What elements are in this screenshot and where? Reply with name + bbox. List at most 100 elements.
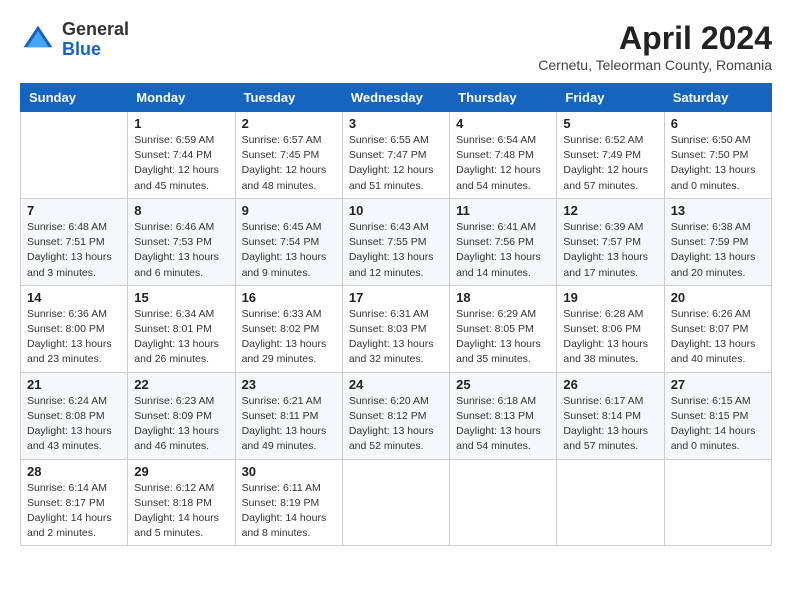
logo: General Blue: [20, 20, 129, 60]
calendar-table: SundayMondayTuesdayWednesdayThursdayFrid…: [20, 83, 772, 546]
day-info: Sunrise: 6:45 AM Sunset: 7:54 PM Dayligh…: [242, 220, 336, 281]
day-number: 17: [349, 290, 443, 305]
calendar-week-row: 14Sunrise: 6:36 AM Sunset: 8:00 PM Dayli…: [21, 285, 772, 372]
day-info: Sunrise: 6:20 AM Sunset: 8:12 PM Dayligh…: [349, 394, 443, 455]
day-number: 18: [456, 290, 550, 305]
day-number: 8: [134, 203, 228, 218]
day-info: Sunrise: 6:18 AM Sunset: 8:13 PM Dayligh…: [456, 394, 550, 455]
calendar-cell: 18Sunrise: 6:29 AM Sunset: 8:05 PM Dayli…: [450, 285, 557, 372]
calendar-cell: 8 Sunrise: 6:46 AM Sunset: 7:53 PM Daylig…: [128, 198, 235, 285]
calendar-week-row: 21 Sunrise: 6:24 AM Sunset: 8:08 PM Dayli…: [21, 372, 772, 459]
day-info: Sunrise: 6:41 AM Sunset: 7:56 PM Dayligh…: [456, 220, 550, 281]
calendar-cell: [450, 459, 557, 546]
day-info: Sunrise: 6:21 AM Sunset: 8:11 PM Dayligh…: [242, 394, 336, 455]
logo-blue: Blue: [62, 40, 129, 60]
day-info: Sunrise: 6:34 AM Sunset: 8:01 PM Dayligh…: [134, 307, 228, 368]
calendar-cell: 6Sunrise: 6:50 AM Sunset: 7:50 PM Daylig…: [664, 112, 771, 199]
day-info: Sunrise: 6:15 AM Sunset: 8:15 PM Dayligh…: [671, 394, 765, 455]
day-number: 21: [27, 377, 121, 392]
day-number: 27: [671, 377, 765, 392]
day-info: Sunrise: 6:59 AM Sunset: 7:44 PM Dayligh…: [134, 133, 228, 194]
day-info: Sunrise: 6:11 AM Sunset: 8:19 PM Dayligh…: [242, 481, 336, 542]
month-title: April 2024: [538, 20, 772, 57]
calendar-cell: [342, 459, 449, 546]
day-number: 11: [456, 203, 550, 218]
day-number: 19: [563, 290, 657, 305]
calendar-cell: 20 Sunrise: 6:26 AM Sunset: 8:07 PM Dayli…: [664, 285, 771, 372]
calendar-cell: 21 Sunrise: 6:24 AM Sunset: 8:08 PM Dayli…: [21, 372, 128, 459]
day-number: 5: [563, 116, 657, 131]
day-info: Sunrise: 6:31 AM Sunset: 8:03 PM Dayligh…: [349, 307, 443, 368]
calendar-week-row: 1 Sunrise: 6:59 AM Sunset: 7:44 PM Daylig…: [21, 112, 772, 199]
calendar-cell: 24 Sunrise: 6:20 AM Sunset: 8:12 PM Dayli…: [342, 372, 449, 459]
weekday-header: Saturday: [664, 84, 771, 112]
day-info: Sunrise: 6:38 AM Sunset: 7:59 PM Dayligh…: [671, 220, 765, 281]
calendar-cell: [21, 112, 128, 199]
day-info: Sunrise: 6:23 AM Sunset: 8:09 PM Dayligh…: [134, 394, 228, 455]
day-number: 14: [27, 290, 121, 305]
calendar-cell: 2 Sunrise: 6:57 AM Sunset: 7:45 PM Daylig…: [235, 112, 342, 199]
calendar-cell: 10 Sunrise: 6:43 AM Sunset: 7:55 PM Dayli…: [342, 198, 449, 285]
logo-general: General: [62, 20, 129, 40]
weekday-header: Wednesday: [342, 84, 449, 112]
calendar-cell: 1 Sunrise: 6:59 AM Sunset: 7:44 PM Daylig…: [128, 112, 235, 199]
day-info: Sunrise: 6:43 AM Sunset: 7:55 PM Dayligh…: [349, 220, 443, 281]
day-info: Sunrise: 6:14 AM Sunset: 8:17 PM Dayligh…: [27, 481, 121, 542]
calendar-cell: 27 Sunrise: 6:15 AM Sunset: 8:15 PM Dayli…: [664, 372, 771, 459]
day-info: Sunrise: 6:12 AM Sunset: 8:18 PM Dayligh…: [134, 481, 228, 542]
calendar-cell: 28 Sunrise: 6:14 AM Sunset: 8:17 PM Dayli…: [21, 459, 128, 546]
day-number: 4: [456, 116, 550, 131]
day-number: 30: [242, 464, 336, 479]
day-info: Sunrise: 6:55 AM Sunset: 7:47 PM Dayligh…: [349, 133, 443, 194]
calendar-cell: 30 Sunrise: 6:11 AM Sunset: 8:19 PM Dayli…: [235, 459, 342, 546]
day-number: 9: [242, 203, 336, 218]
day-number: 22: [134, 377, 228, 392]
weekday-header: Tuesday: [235, 84, 342, 112]
day-number: 16: [242, 290, 336, 305]
day-info: Sunrise: 6:54 AM Sunset: 7:48 PM Dayligh…: [456, 133, 550, 194]
weekday-header: Sunday: [21, 84, 128, 112]
calendar-cell: 14Sunrise: 6:36 AM Sunset: 8:00 PM Dayli…: [21, 285, 128, 372]
day-number: 1: [134, 116, 228, 131]
day-info: Sunrise: 6:24 AM Sunset: 8:08 PM Dayligh…: [27, 394, 121, 455]
calendar-cell: 15 Sunrise: 6:34 AM Sunset: 8:01 PM Dayli…: [128, 285, 235, 372]
day-number: 25: [456, 377, 550, 392]
day-info: Sunrise: 6:46 AM Sunset: 7:53 PM Dayligh…: [134, 220, 228, 281]
weekday-header: Thursday: [450, 84, 557, 112]
calendar-cell: 29Sunrise: 6:12 AM Sunset: 8:18 PM Dayli…: [128, 459, 235, 546]
calendar-cell: 12 Sunrise: 6:39 AM Sunset: 7:57 PM Dayli…: [557, 198, 664, 285]
calendar-week-row: 7Sunrise: 6:48 AM Sunset: 7:51 PM Daylig…: [21, 198, 772, 285]
weekday-header: Monday: [128, 84, 235, 112]
page-header: General Blue April 2024 Cernetu, Teleorm…: [20, 20, 772, 73]
calendar-cell: 5 Sunrise: 6:52 AM Sunset: 7:49 PM Daylig…: [557, 112, 664, 199]
calendar-week-row: 28 Sunrise: 6:14 AM Sunset: 8:17 PM Dayli…: [21, 459, 772, 546]
location-subtitle: Cernetu, Teleorman County, Romania: [538, 57, 772, 73]
weekday-header: Friday: [557, 84, 664, 112]
day-number: 28: [27, 464, 121, 479]
logo-text: General Blue: [62, 20, 129, 60]
day-info: Sunrise: 6:33 AM Sunset: 8:02 PM Dayligh…: [242, 307, 336, 368]
calendar-cell: 19 Sunrise: 6:28 AM Sunset: 8:06 PM Dayli…: [557, 285, 664, 372]
calendar-cell: 3Sunrise: 6:55 AM Sunset: 7:47 PM Daylig…: [342, 112, 449, 199]
day-number: 20: [671, 290, 765, 305]
day-info: Sunrise: 6:52 AM Sunset: 7:49 PM Dayligh…: [563, 133, 657, 194]
day-info: Sunrise: 6:17 AM Sunset: 8:14 PM Dayligh…: [563, 394, 657, 455]
calendar-cell: 4 Sunrise: 6:54 AM Sunset: 7:48 PM Daylig…: [450, 112, 557, 199]
day-number: 2: [242, 116, 336, 131]
day-number: 12: [563, 203, 657, 218]
calendar-cell: 13Sunrise: 6:38 AM Sunset: 7:59 PM Dayli…: [664, 198, 771, 285]
day-number: 15: [134, 290, 228, 305]
day-number: 24: [349, 377, 443, 392]
calendar-cell: 26Sunrise: 6:17 AM Sunset: 8:14 PM Dayli…: [557, 372, 664, 459]
day-number: 7: [27, 203, 121, 218]
day-info: Sunrise: 6:28 AM Sunset: 8:06 PM Dayligh…: [563, 307, 657, 368]
day-info: Sunrise: 6:57 AM Sunset: 7:45 PM Dayligh…: [242, 133, 336, 194]
calendar-cell: 16 Sunrise: 6:33 AM Sunset: 8:02 PM Dayli…: [235, 285, 342, 372]
day-number: 10: [349, 203, 443, 218]
calendar-cell: 11 Sunrise: 6:41 AM Sunset: 7:56 PM Dayli…: [450, 198, 557, 285]
calendar-cell: [557, 459, 664, 546]
day-info: Sunrise: 6:50 AM Sunset: 7:50 PM Dayligh…: [671, 133, 765, 194]
day-info: Sunrise: 6:39 AM Sunset: 7:57 PM Dayligh…: [563, 220, 657, 281]
day-info: Sunrise: 6:26 AM Sunset: 8:07 PM Dayligh…: [671, 307, 765, 368]
calendar-cell: 7Sunrise: 6:48 AM Sunset: 7:51 PM Daylig…: [21, 198, 128, 285]
